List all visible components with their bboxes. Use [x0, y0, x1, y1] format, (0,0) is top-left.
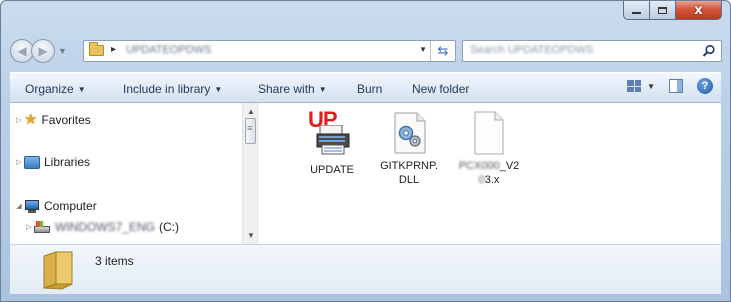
nav-item-favorites[interactable]: ▷ ★ Favorites — [10, 112, 91, 127]
address-bar[interactable]: ▸ UPDATEOPDWS ▼ ⇆ — [83, 40, 456, 62]
help-icon[interactable]: ? — [697, 78, 713, 94]
include-in-library-menu[interactable]: Include in library ▼ — [123, 82, 222, 96]
nav-buttons: ◀ ▶ ▼ — [10, 39, 67, 63]
search-box[interactable]: Search UPDATEOPDWS — [462, 40, 722, 62]
chevron-down-icon: ▼ — [318, 85, 327, 94]
explorer-window: x ◀ ▶ ▼ ▸ UPDATEOPDWS ▼ ⇆ Search UPDATEO… — [0, 0, 731, 302]
search-icon[interactable] — [702, 44, 716, 58]
address-path[interactable]: UPDATEOPDWS — [126, 44, 211, 56]
expand-arrow-icon[interactable]: ▷ — [14, 116, 24, 124]
minimize-icon — [632, 12, 641, 14]
organize-menu[interactable]: Organize ▼ — [25, 82, 86, 96]
nav-item-drive-c[interactable]: ▷ WINDOWS7_ENG (C:) — [20, 220, 179, 234]
recent-pages-dropdown-icon[interactable]: ▼ — [58, 46, 67, 56]
search-placeholder: Search UPDATEOPDWS — [470, 44, 594, 56]
details-pane: 3 items — [10, 244, 721, 294]
chevron-down-icon: ▼ — [214, 85, 223, 94]
nav-scrollbar[interactable]: ▲ ▼ — [242, 103, 259, 244]
nav-item-computer[interactable]: ◢ Computer — [10, 199, 97, 213]
preview-pane-icon[interactable] — [669, 79, 683, 93]
folder-icon — [89, 42, 104, 56]
share-with-menu[interactable]: Share with ▼ — [258, 82, 327, 96]
file-item[interactable]: GITKPRNP. DLL — [377, 111, 441, 187]
share-label: Share with — [258, 82, 315, 96]
file-name: UPDATE — [310, 164, 354, 176]
minimize-button[interactable] — [623, 1, 650, 20]
chevron-down-icon: ▼ — [77, 85, 86, 94]
navigation-pane: ▷ ★ Favorites ▷ Libraries ◢ Computer ▷ W… — [10, 103, 259, 244]
folder-icon — [43, 251, 73, 290]
file-list: UP UPDATE GITKPRNP. DLL PCX000_V2 03.x — [259, 103, 721, 244]
arrow-left-icon: ◀ — [17, 44, 27, 58]
file-item[interactable]: PCX000_V2 03.x — [457, 111, 521, 187]
file-name-line-2: 03.x — [478, 174, 500, 186]
file-name-line-2: DLL — [398, 174, 420, 186]
command-bar: Organize ▼ Include in library ▼ Share with… — [10, 72, 721, 103]
nav-label-favorites: Favorites — [41, 112, 91, 127]
close-icon: x — [694, 2, 703, 18]
breadcrumb-separator-icon[interactable]: ▸ — [111, 44, 116, 55]
collapse-arrow-icon[interactable]: ◢ — [14, 202, 24, 210]
drive-letter: (C:) — [159, 220, 180, 234]
expand-arrow-icon[interactable]: ▷ — [14, 158, 24, 166]
file-name-line-1: PCX000_V2 — [458, 160, 520, 172]
dll-gear-icon — [389, 111, 429, 155]
nav-item-libraries[interactable]: ▷ Libraries — [10, 155, 90, 169]
content-area: ▷ ★ Favorites ▷ Libraries ◢ Computer ▷ W… — [10, 103, 721, 244]
printer-icon — [316, 125, 350, 155]
address-dropdown-icon[interactable]: ▼ — [419, 45, 427, 54]
expand-arrow-icon[interactable]: ▷ — [24, 223, 34, 231]
file-name-line-1: GITKPRNP. — [380, 160, 438, 172]
file-name: GITKPRNP. DLL — [377, 159, 441, 187]
star-icon: ★ — [24, 111, 38, 128]
drive-name: WINDOWS7_ENG — [55, 220, 156, 234]
scroll-up-icon[interactable]: ▲ — [247, 107, 255, 116]
caption-buttons: x — [623, 1, 722, 20]
printer-update-icon: UP — [308, 107, 356, 159]
include-label: Include in library — [123, 82, 211, 96]
organize-label: Organize — [25, 82, 74, 96]
file-item[interactable]: UP UPDATE — [300, 107, 364, 177]
maximize-button[interactable] — [650, 1, 676, 20]
view-dropdown-icon[interactable]: ▼ — [647, 82, 655, 91]
view-controls: ▼ ? — [627, 78, 713, 94]
new-folder-button[interactable]: New folder — [412, 82, 469, 96]
file-name: PCX000_V2 03.x — [457, 159, 521, 187]
scroll-thumb[interactable] — [245, 118, 256, 144]
close-button[interactable]: x — [676, 1, 722, 20]
nav-label-computer: Computer — [44, 199, 97, 213]
windows-drive-icon — [34, 221, 50, 233]
computer-icon — [24, 199, 40, 213]
arrow-right-icon: ▶ — [38, 44, 48, 58]
nav-label-libraries: Libraries — [44, 155, 91, 169]
refresh-button[interactable]: ⇆ — [430, 41, 455, 61]
item-count: 3 items — [95, 254, 134, 268]
forward-button[interactable]: ▶ — [31, 39, 55, 63]
burn-button[interactable]: Burn — [357, 82, 382, 96]
navigation-row: ◀ ▶ ▼ ▸ UPDATEOPDWS ▼ ⇆ Search UPDATEOPD… — [10, 39, 722, 65]
text-file-icon — [472, 111, 506, 155]
maximize-icon — [658, 6, 667, 14]
refresh-icon: ⇆ — [437, 43, 449, 59]
libraries-icon — [24, 155, 40, 169]
scroll-down-icon[interactable]: ▼ — [247, 231, 255, 240]
change-view-icon[interactable] — [627, 80, 642, 92]
